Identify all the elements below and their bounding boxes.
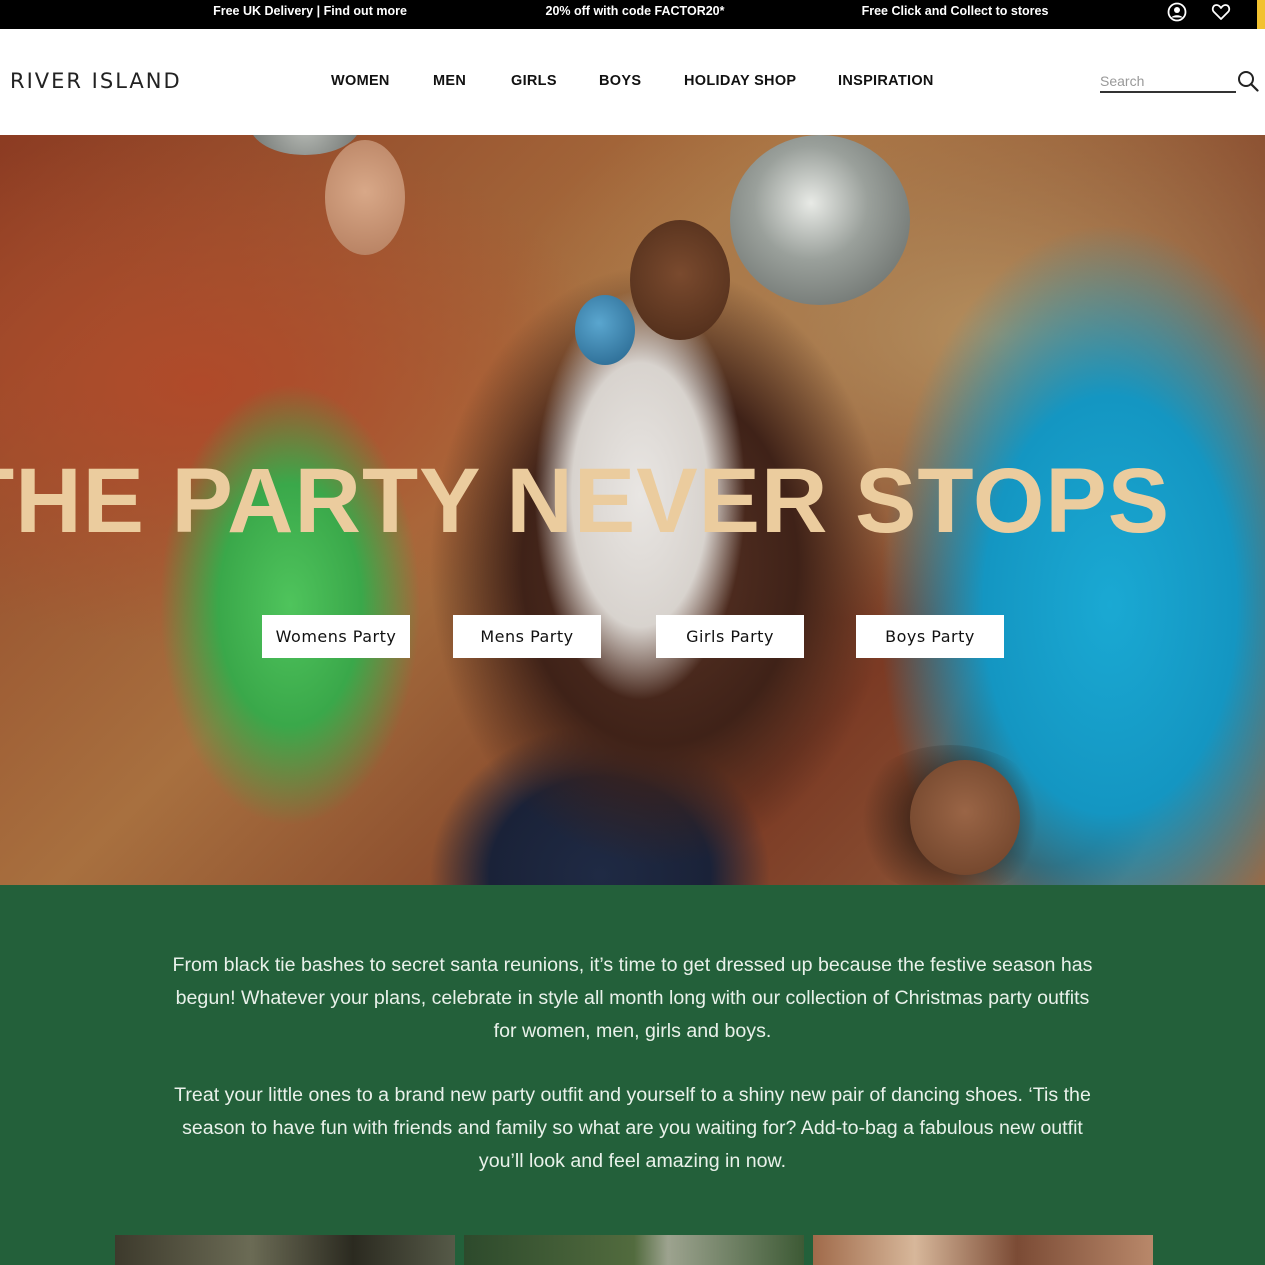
promo-bar: Free UK Delivery | Find out more 20% off… xyxy=(0,0,1265,29)
model-image xyxy=(630,220,730,340)
category-tile-image[interactable] xyxy=(115,1235,455,1265)
intro-section: From black tie bashes to secret santa re… xyxy=(0,885,1265,1265)
promo-click-collect[interactable]: Free Click and Collect to stores xyxy=(840,0,1070,29)
promo-discount-code[interactable]: 20% off with code FACTOR20* xyxy=(520,0,750,29)
hero-headline: THE PARTY NEVER STOPS xyxy=(0,450,1171,552)
balloon-image xyxy=(730,135,910,305)
heart-icon[interactable] xyxy=(1211,2,1231,22)
intro-paragraph: From black tie bashes to secret santa re… xyxy=(172,954,1093,1042)
site-header: RIVER ISLAND WOMEN MEN GIRLS BOYS HOLIDA… xyxy=(0,29,1265,135)
nav-men[interactable]: MEN xyxy=(433,73,466,89)
search-box xyxy=(1100,71,1236,93)
logo[interactable]: RIVER ISLAND xyxy=(10,69,182,93)
category-tile-image[interactable] xyxy=(464,1235,804,1265)
nav-inspiration[interactable]: INSPIRATION xyxy=(838,73,934,89)
category-tile-image[interactable] xyxy=(813,1235,1153,1265)
model-image xyxy=(325,140,405,255)
boys-party-button[interactable]: Boys Party xyxy=(856,615,1004,658)
balloon-image xyxy=(575,295,635,365)
user-circle-icon[interactable] xyxy=(1167,2,1187,22)
womens-party-button[interactable]: Womens Party xyxy=(262,615,410,658)
nav-girls[interactable]: GIRLS xyxy=(511,73,557,89)
nav-women[interactable]: WOMEN xyxy=(331,73,390,89)
search-input[interactable] xyxy=(1100,71,1230,91)
search-icon[interactable] xyxy=(1237,70,1259,92)
model-image xyxy=(910,760,1020,875)
nav-boys[interactable]: BOYS xyxy=(599,73,641,89)
hero-banner: THE PARTY NEVER STOPS Womens Party Mens … xyxy=(0,135,1265,885)
girls-party-button[interactable]: Girls Party xyxy=(656,615,804,658)
mens-party-button[interactable]: Mens Party xyxy=(453,615,601,658)
promo-delivery-link[interactable]: Free UK Delivery | Find out more xyxy=(190,0,430,29)
accent-strip xyxy=(1257,0,1265,29)
intro-paragraph: Treat your little ones to a brand new pa… xyxy=(174,1084,1091,1172)
nav-holiday-shop[interactable]: HOLIDAY SHOP xyxy=(684,73,796,89)
